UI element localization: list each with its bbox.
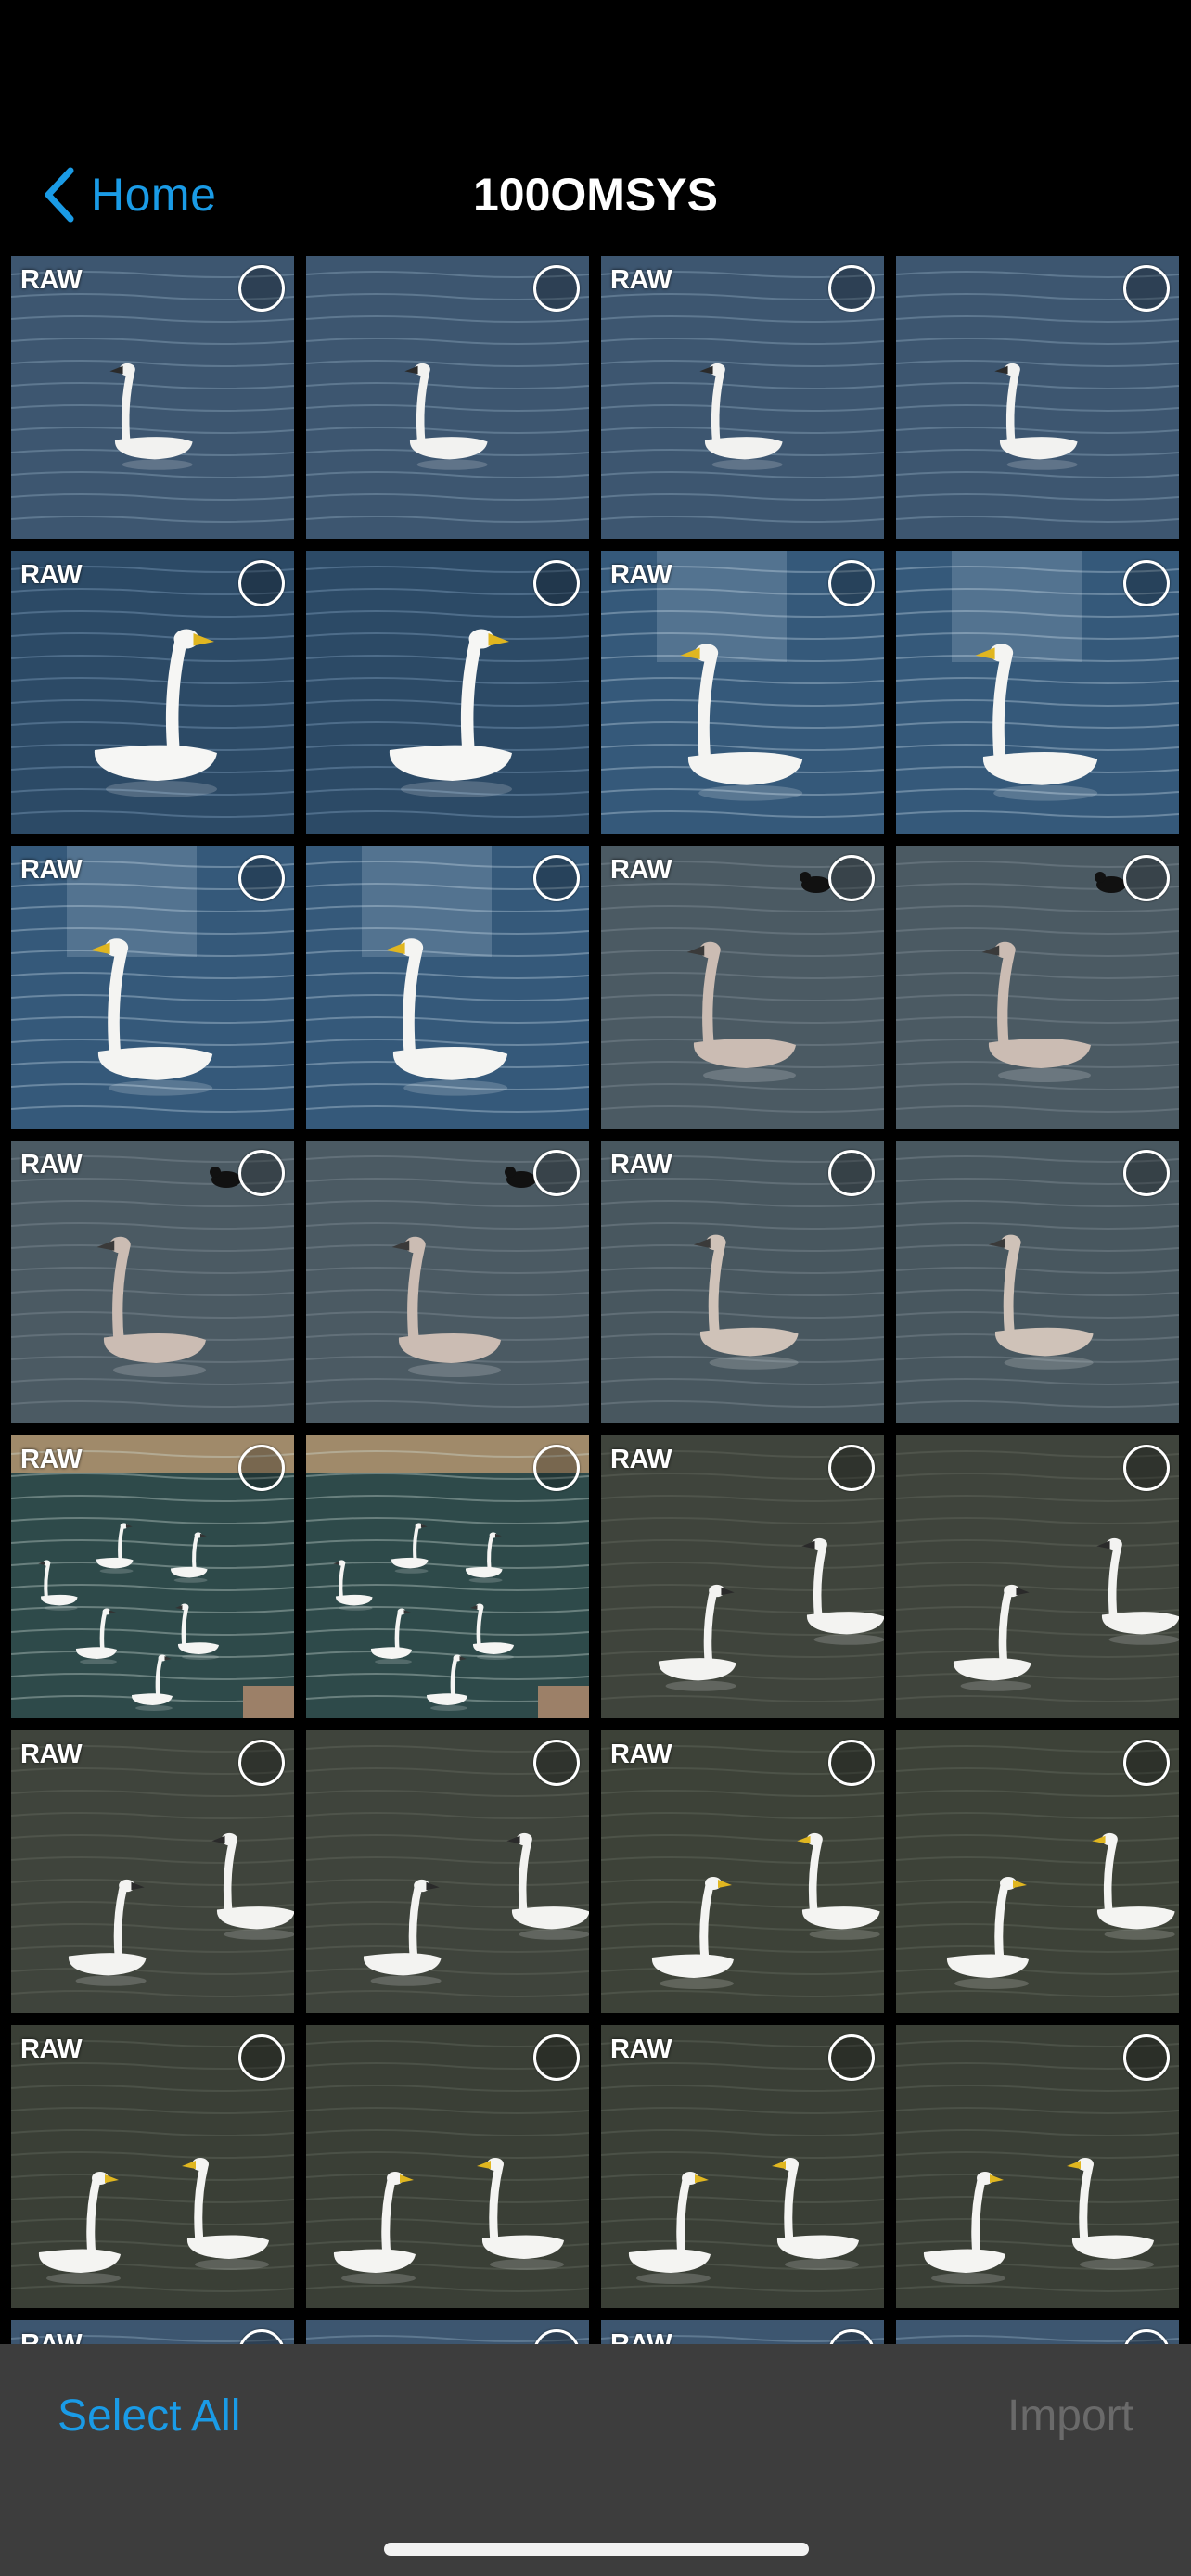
photo-thumbnail[interactable]: RAW [601,256,884,539]
photo-thumbnail[interactable] [896,551,1179,834]
selection-circle-icon[interactable] [238,2034,285,2081]
raw-badge: RAW [610,2034,672,2064]
selection-circle-icon[interactable] [238,560,285,606]
photo-thumbnail[interactable]: RAW [601,2320,884,2344]
selection-circle-icon[interactable] [533,265,580,312]
photo-thumbnail[interactable] [306,1435,589,1718]
selection-circle-icon[interactable] [1123,560,1170,606]
photo-thumbnail[interactable] [306,2320,589,2344]
selection-circle-icon[interactable] [828,560,875,606]
selection-circle-icon[interactable] [533,2034,580,2081]
select-all-button[interactable]: Select All [58,2391,240,2442]
selection-circle-icon[interactable] [533,1445,580,1491]
selection-circle-icon[interactable] [828,1150,875,1196]
selection-circle-icon[interactable] [533,560,580,606]
raw-badge: RAW [20,265,83,295]
photo-thumbnail[interactable] [306,1730,589,2013]
photo-thumbnail[interactable]: RAW [601,551,884,834]
photo-thumbnail[interactable] [896,846,1179,1129]
raw-badge: RAW [610,1445,672,1474]
selection-circle-icon[interactable] [1123,265,1170,312]
selection-circle-icon[interactable] [238,855,285,901]
photo-thumbnail[interactable] [306,1141,589,1423]
photo-thumbnail[interactable] [306,551,589,834]
raw-badge: RAW [20,1445,83,1474]
selection-circle-icon[interactable] [1123,2034,1170,2081]
photo-thumbnail[interactable]: RAW [601,1730,884,2013]
raw-badge: RAW [20,855,83,885]
photo-thumbnail[interactable] [896,2320,1179,2344]
photo-thumbnail[interactable]: RAW [11,1730,294,2013]
selection-circle-icon[interactable] [533,1740,580,1786]
selection-circle-icon[interactable] [828,1445,875,1491]
selection-circle-icon[interactable] [533,855,580,901]
selection-circle-icon[interactable] [828,1740,875,1786]
photo-thumbnail[interactable] [896,1730,1179,2013]
raw-badge: RAW [610,560,672,590]
selection-circle-icon[interactable] [1123,855,1170,901]
selection-circle-icon[interactable] [828,265,875,312]
photo-grid: RAW RAW RAW RAW RAW RAW RAW RAW RAW RAW … [11,256,1180,2344]
photo-thumbnail[interactable] [896,1435,1179,1718]
photo-thumbnail[interactable] [896,2025,1179,2308]
photo-thumbnail[interactable]: RAW [601,1435,884,1718]
raw-badge: RAW [20,1740,83,1769]
raw-badge: RAW [610,1740,672,1769]
selection-circle-icon[interactable] [1123,1445,1170,1491]
photo-thumbnail[interactable]: RAW [11,551,294,834]
raw-badge: RAW [610,1150,672,1180]
bottom-toolbar: Select All Import [0,2344,1191,2576]
photo-thumbnail[interactable]: RAW [11,1435,294,1718]
raw-badge: RAW [610,265,672,295]
photo-thumbnail[interactable] [306,846,589,1129]
photo-thumbnail[interactable] [306,256,589,539]
raw-badge: RAW [20,2034,83,2064]
raw-badge: RAW [20,2329,83,2344]
selection-circle-icon[interactable] [238,1150,285,1196]
import-button[interactable]: Import [1007,2391,1133,2442]
selection-circle-icon[interactable] [828,855,875,901]
page-title: 100OMSYS [472,169,718,221]
photo-thumbnail[interactable]: RAW [11,846,294,1129]
raw-badge: RAW [20,1150,83,1180]
photo-thumbnail[interactable]: RAW [11,2025,294,2308]
photo-thumbnail[interactable]: RAW [11,2320,294,2344]
selection-circle-icon[interactable] [238,265,285,312]
selection-circle-icon[interactable] [238,1445,285,1491]
photo-thumbnail[interactable]: RAW [601,2025,884,2308]
photo-thumbnail[interactable]: RAW [601,846,884,1129]
photo-thumbnail[interactable]: RAW [601,1141,884,1423]
photo-thumbnail[interactable] [896,256,1179,539]
selection-circle-icon[interactable] [828,2034,875,2081]
photo-thumbnail[interactable]: RAW [11,256,294,539]
selection-circle-icon[interactable] [1123,1150,1170,1196]
raw-badge: RAW [610,2329,672,2344]
selection-circle-icon[interactable] [238,1740,285,1786]
raw-badge: RAW [610,855,672,885]
photo-thumbnail[interactable] [896,1141,1179,1423]
selection-circle-icon[interactable] [533,1150,580,1196]
home-indicator [384,2543,809,2556]
photo-thumbnail[interactable] [306,2025,589,2308]
selection-circle-icon[interactable] [1123,1740,1170,1786]
raw-badge: RAW [20,560,83,590]
photo-thumbnail[interactable]: RAW [11,1141,294,1423]
navigation-bar: Home 100OMSYS [0,0,1191,250]
